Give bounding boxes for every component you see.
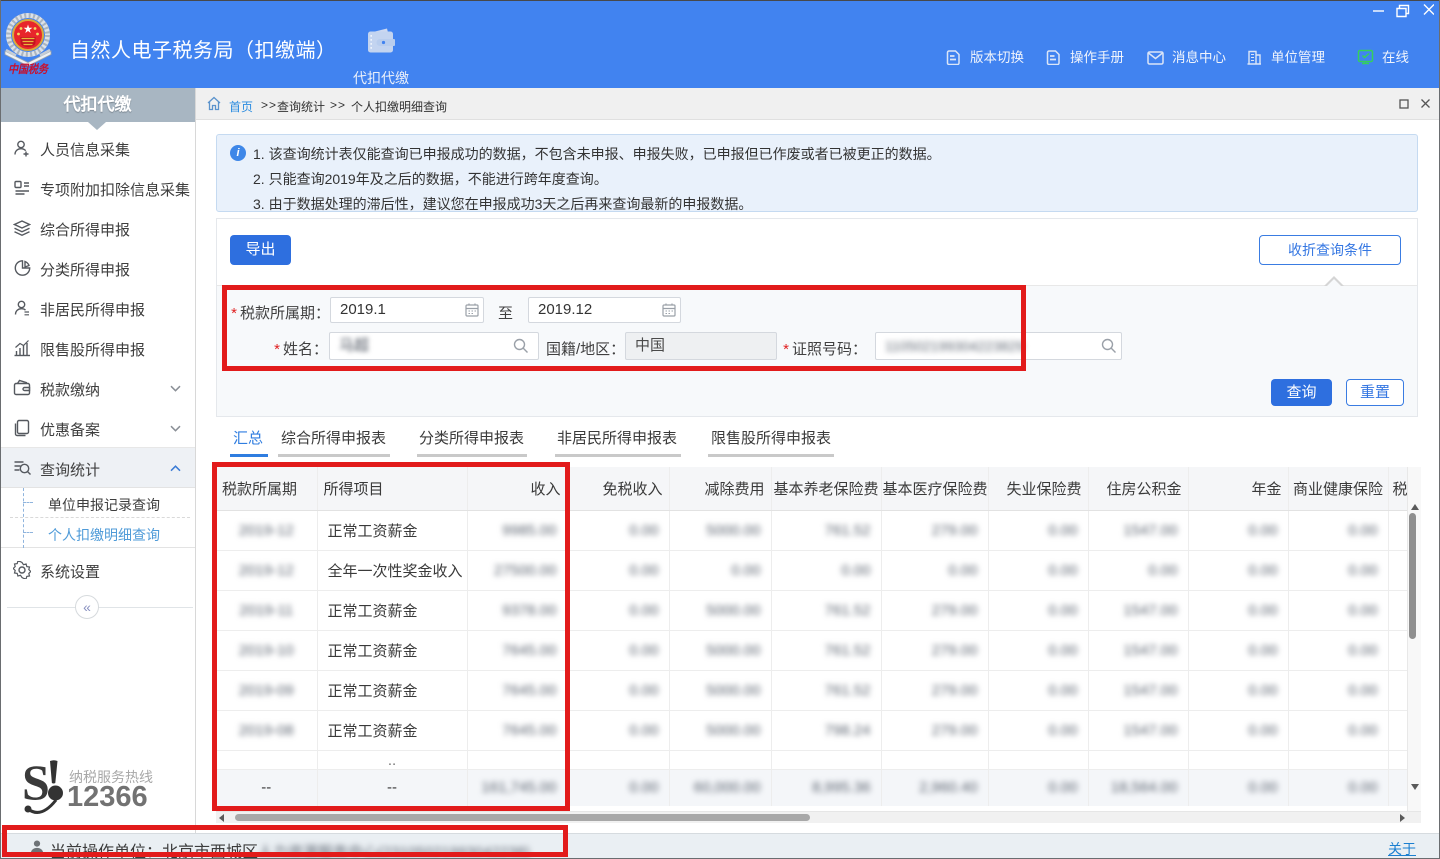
svg-text:中国税务: 中国税务: [8, 63, 49, 76]
svg-text:S: S: [22, 757, 50, 810]
